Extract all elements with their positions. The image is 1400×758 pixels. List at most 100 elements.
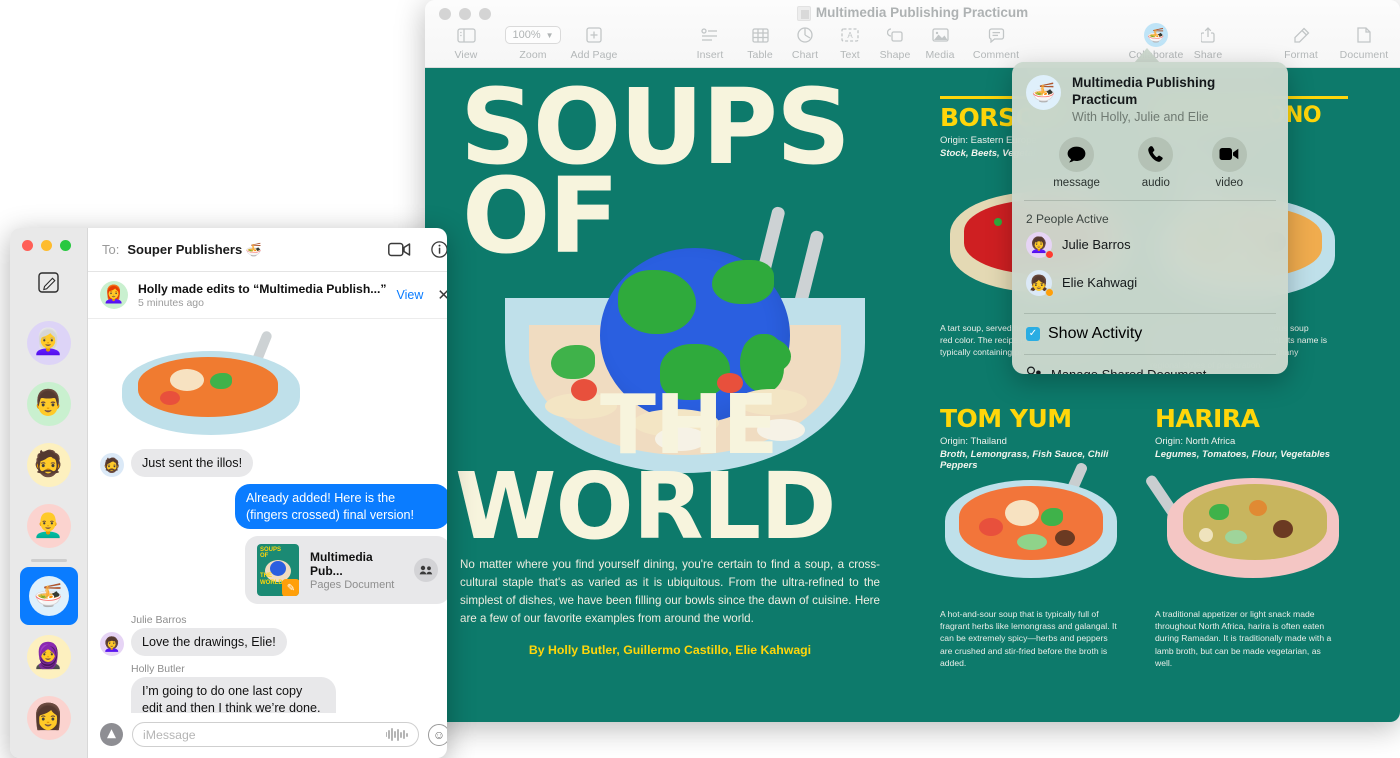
toolbar-document[interactable]: Document xyxy=(1325,24,1400,61)
screen: Multimedia Publishing Practicum View 100… xyxy=(0,0,1400,758)
action-video[interactable]: video xyxy=(1212,137,1247,189)
banner-view-button[interactable]: View xyxy=(397,288,424,302)
recipe-tom-yum: TOM YUM Origin: Thailand Broth, Lemongra… xyxy=(940,406,1138,471)
action-message-label: message xyxy=(1053,177,1100,189)
messages-header: To: Souper Publishers 🍜 xyxy=(88,228,447,272)
shared-people-icon[interactable] xyxy=(414,558,438,582)
messages-traffic-lights[interactable] xyxy=(22,240,71,251)
message-row-incoming[interactable]: 🧔 Just sent the illos! xyxy=(100,449,447,477)
message-composer[interactable]: iMessage ☺ xyxy=(88,713,447,758)
message-image-attachment[interactable] xyxy=(122,333,300,445)
audio-waveform-icon[interactable] xyxy=(386,728,408,741)
app-store-icon[interactable] xyxy=(100,723,123,746)
pages-window-title-row: Multimedia Publishing Practicum xyxy=(425,5,1400,20)
show-activity-label: Show Activity xyxy=(1048,325,1142,343)
facetime-video-icon[interactable] xyxy=(388,242,411,257)
maximize-button[interactable] xyxy=(60,240,71,251)
popover-header: 🍜 Multimedia Publishing Practicum With H… xyxy=(1012,62,1288,124)
document-icon xyxy=(797,6,811,21)
collaborate-popover[interactable]: 🍜 Multimedia Publishing Practicum With H… xyxy=(1012,62,1288,374)
minimize-button[interactable] xyxy=(41,240,52,251)
pages-titlebar: Multimedia Publishing Practicum View 100… xyxy=(425,0,1400,68)
list-item[interactable]: 👨‍🦲 xyxy=(10,495,87,556)
checkbox-checked-icon[interactable]: ✓ xyxy=(1026,327,1040,341)
conversation-title[interactable]: Souper Publishers 🍜 xyxy=(127,242,262,258)
to-label: To: xyxy=(102,242,119,257)
action-audio-label: audio xyxy=(1138,177,1173,189)
message-bubble[interactable]: Love the drawings, Elie! xyxy=(131,628,287,656)
toolbar-comment[interactable]: Comment xyxy=(956,24,1036,61)
status-dot xyxy=(1045,288,1054,297)
close-button[interactable] xyxy=(22,240,33,251)
message-row-incoming[interactable]: 👩‍🦱 Love the drawings, Elie! xyxy=(100,628,447,656)
document-lede-paragraph: No matter where you find yourself dining… xyxy=(460,556,880,628)
toolbar-format-label: Format xyxy=(1270,49,1332,61)
toolbar-view[interactable]: View xyxy=(435,24,497,61)
recipe-harira: HARIRA Origin: North Africa Legumes, Tom… xyxy=(1155,406,1353,460)
action-message[interactable]: message xyxy=(1053,137,1100,189)
action-audio[interactable]: audio xyxy=(1138,137,1173,189)
pages-document-thumbnail: SOUPSOF THEWORLD ✎ xyxy=(257,544,299,596)
message-bubble[interactable]: I’m going to do one last copy edit and t… xyxy=(131,677,336,713)
message-bubble[interactable]: Just sent the illos! xyxy=(131,449,253,477)
phone-icon xyxy=(1138,137,1173,172)
message-row-attachment[interactable]: SOUPSOF THEWORLD ✎ Multimedia Pub... Pag… xyxy=(100,536,447,604)
avatar: 👩‍🦱 xyxy=(1026,232,1052,258)
comment-icon xyxy=(956,24,1036,46)
document-hero-title: SOUPS OF xyxy=(460,83,920,262)
harira-illustration xyxy=(1153,466,1343,596)
message-input-placeholder: iMessage xyxy=(143,728,386,742)
document-attachment[interactable]: SOUPSOF THEWORLD ✎ Multimedia Pub... Pag… xyxy=(245,536,447,604)
recipe-tom-yum-body: A hot-and-sour soup that is typically fu… xyxy=(940,608,1120,669)
messages-sidebar[interactable]: 👩‍🦳 👨 🧔 👨‍🦲 🍜 🧕 👩 xyxy=(10,228,88,758)
toolbar-document-label: Document xyxy=(1325,49,1400,61)
divider xyxy=(1024,354,1276,355)
toolbar-view-label: View xyxy=(435,49,497,61)
person-row-julie[interactable]: 👩‍🦱 Julie Barros xyxy=(1012,226,1288,264)
sidebar-icon xyxy=(435,24,497,46)
popover-participants: With Holly, Julie and Elie xyxy=(1072,110,1274,124)
hero-line-4: WORLD xyxy=(455,453,836,560)
list-item-selected[interactable]: 🍜 xyxy=(10,565,87,626)
manage-shared-document-row[interactable]: Manage Shared Document xyxy=(1012,366,1288,374)
banner-title: Holly made edits to “Multimedia Publish.… xyxy=(138,282,387,296)
toolbar-share[interactable]: Share xyxy=(1177,24,1239,61)
banner-timestamp: 5 minutes ago xyxy=(138,297,387,309)
manage-shared-document-label: Manage Shared Document xyxy=(1051,367,1206,374)
document-byline: By Holly Butler, Guillermo Castillo, Eli… xyxy=(460,643,880,657)
message-bubble[interactable]: Already added! Here is the (fingers cros… xyxy=(235,484,447,529)
message-row-incoming[interactable]: 👩‍🦰 I’m going to do one last copy edit a… xyxy=(100,677,447,713)
messages-main: To: Souper Publishers 🍜 👩‍🦰 Holly made e… xyxy=(88,228,447,758)
chat-bubble-icon xyxy=(1059,137,1094,172)
person-row-elie[interactable]: 👧 Elie Kahwagi xyxy=(1012,264,1288,302)
show-activity-row[interactable]: ✓ Show Activity xyxy=(1012,325,1288,343)
list-item[interactable]: 👩‍🦳 xyxy=(10,312,87,373)
list-item[interactable]: 👨 xyxy=(10,373,87,434)
avatar: 👧 xyxy=(1026,270,1052,296)
divider xyxy=(31,559,67,562)
video-camera-icon xyxy=(1212,137,1247,172)
recipe-origin: Origin: Thailand xyxy=(940,436,1138,447)
toolbar-add-page-label: Add Page xyxy=(539,49,649,61)
list-item[interactable]: 👩 xyxy=(10,687,87,748)
list-item[interactable]: 🧔 xyxy=(10,434,87,495)
list-item[interactable]: 🧕 xyxy=(10,626,87,687)
tom-yum-illustration xyxy=(945,466,1125,596)
recipe-ingredients: Legumes, Tomatoes, Flour, Vegetables xyxy=(1155,449,1353,460)
message-thread[interactable]: 🧔 Just sent the illos! Already added! He… xyxy=(88,319,447,713)
activity-banner[interactable]: 👩‍🦰 Holly made edits to “Multimedia Publ… xyxy=(88,272,447,319)
message-row-outgoing[interactable]: Already added! Here is the (fingers cros… xyxy=(100,484,447,529)
selected-conversation[interactable]: 🍜 xyxy=(20,567,78,625)
avatar: 👨 xyxy=(27,382,71,426)
toolbar-share-label: Share xyxy=(1177,49,1239,61)
toolbar-format[interactable]: Format xyxy=(1270,24,1332,61)
avatar: 🍜 xyxy=(29,576,69,616)
toolbar-add-page[interactable]: Add Page xyxy=(539,24,649,61)
close-icon[interactable]: ✕ xyxy=(433,286,447,304)
compose-button[interactable] xyxy=(10,272,87,293)
info-icon[interactable] xyxy=(431,241,447,258)
smiley-icon[interactable]: ☺ xyxy=(428,724,447,746)
person-name: Elie Kahwagi xyxy=(1062,275,1137,290)
message-input[interactable]: iMessage xyxy=(132,722,419,747)
conversation-list[interactable]: 👩‍🦳 👨 🧔 👨‍🦲 🍜 🧕 👩 xyxy=(10,312,87,748)
